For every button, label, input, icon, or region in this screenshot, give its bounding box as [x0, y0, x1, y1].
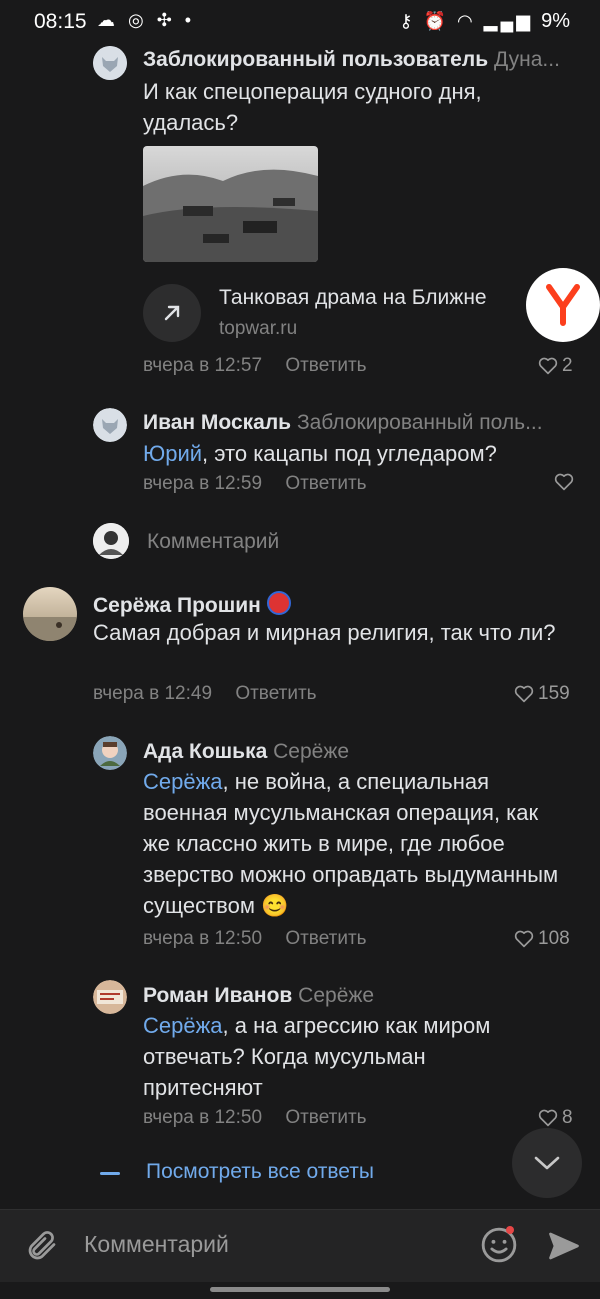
- comment-text: Серёжа, не война, а специальная военная …: [143, 766, 563, 921]
- notification-icons: ☁ ◎ ✣ •: [97, 10, 196, 30]
- comment-author[interactable]: Роман Иванов: [143, 984, 292, 1007]
- user-avatar: [93, 523, 129, 559]
- reply-button[interactable]: Ответить: [285, 355, 366, 376]
- yandex-icon: [546, 284, 580, 326]
- comment-text: Самая добрая и мирная религия, так что л…: [93, 620, 556, 645]
- comment-meta: вчера в 12:59 Ответить: [143, 473, 367, 495]
- heart-icon: [554, 473, 574, 491]
- comment-text: Юрий, это кацапы под угледаром?: [143, 438, 563, 469]
- link-attachment[interactable]: Танковая драма на Ближне topwar.ru: [143, 280, 563, 346]
- scroll-down-button[interactable]: [512, 1128, 582, 1198]
- avatar[interactable]: [93, 736, 127, 770]
- status-bar: 08:15 ☁ ◎ ✣ • ⚷ ⏰ ◠ ▂▄▆ 9%: [0, 0, 600, 46]
- mention-link[interactable]: Юрий: [143, 441, 202, 466]
- reply-button[interactable]: Ответить: [285, 1107, 366, 1128]
- comment-author-line: Серёжа Прошин: [93, 591, 573, 618]
- like-button[interactable]: 108: [514, 928, 570, 950]
- reply-to[interactable]: Серёже: [298, 984, 374, 1007]
- link-title: Танковая драма на Ближне: [219, 286, 487, 309]
- mention-link[interactable]: Серёжа: [143, 1013, 223, 1038]
- heart-icon: [538, 1109, 558, 1127]
- mention-link[interactable]: Серёжа: [143, 769, 223, 794]
- comment-text: И как спецоперация судного дня, удалась?: [143, 79, 482, 135]
- comment-input-bar: Комментарий: [0, 1209, 600, 1282]
- notification-dot: [506, 1226, 514, 1234]
- comment-time: вчера в 12:50: [143, 928, 263, 949]
- comment-author-line: Заблокированный пользователь Дуна...: [143, 48, 578, 72]
- comment-meta: вчера в 12:50 Ответить: [143, 928, 367, 950]
- comment-time: вчера в 12:57: [143, 355, 263, 376]
- comment-time: вчера в 12:49: [93, 683, 213, 704]
- heart-icon: [514, 930, 534, 948]
- comment-input[interactable]: Комментарий: [84, 1231, 229, 1258]
- comment-author[interactable]: Заблокированный пользователь: [143, 48, 488, 71]
- badge-icon: [266, 591, 291, 615]
- chevron-down-icon: [534, 1156, 560, 1170]
- reply-button[interactable]: Ответить: [235, 683, 316, 704]
- battery-level: 9%: [541, 10, 570, 32]
- reply-comment-prompt[interactable]: Комментарий: [147, 530, 279, 554]
- comment-time: вчера в 12:50: [143, 1107, 263, 1128]
- comment-author[interactable]: Ада Кошька: [143, 740, 267, 763]
- yandex-button[interactable]: [526, 268, 600, 342]
- paperclip-icon[interactable]: [24, 1228, 60, 1264]
- link-domain: topwar.ru: [219, 318, 298, 339]
- send-icon[interactable]: [546, 1228, 582, 1264]
- comment-meta: вчера в 12:49 Ответить: [93, 683, 317, 705]
- avatar[interactable]: [93, 46, 127, 80]
- like-button[interactable]: [554, 473, 574, 491]
- reply-to[interactable]: Серёже: [273, 740, 349, 763]
- comment-time: вчера в 12:59: [143, 473, 263, 494]
- avatar[interactable]: [93, 980, 127, 1014]
- comment-meta: вчера в 12:50 Ответить: [143, 1107, 367, 1129]
- comment-text: Серёжа, а на агрессию как миром отвечать…: [143, 1010, 543, 1103]
- like-button[interactable]: 2: [538, 355, 573, 377]
- comment-author-line: Иван Москаль Заблокированный поль...: [143, 411, 578, 435]
- like-count: 108: [538, 928, 570, 949]
- comment-text-body: , это кацапы под угледаром?: [202, 441, 497, 466]
- like-button[interactable]: 159: [514, 683, 570, 705]
- reply-button[interactable]: Ответить: [285, 473, 366, 494]
- dash-icon: [100, 1172, 120, 1175]
- like-button[interactable]: 8: [538, 1107, 573, 1129]
- comment-author-line: Ада Кошька Серёже: [143, 740, 578, 764]
- like-count: 159: [538, 683, 570, 704]
- like-count: 8: [562, 1107, 573, 1128]
- heart-icon: [538, 357, 558, 375]
- comment-meta: вчера в 12:57 Ответить: [143, 355, 367, 377]
- home-indicator[interactable]: [210, 1287, 390, 1292]
- avatar[interactable]: [23, 587, 77, 641]
- reply-button[interactable]: Ответить: [285, 928, 366, 949]
- system-icons: ⚷ ⏰ ◠ ▂▄▆ 9%: [399, 10, 570, 32]
- comment-author[interactable]: Иван Москаль: [143, 411, 291, 434]
- heart-icon: [514, 685, 534, 703]
- reply-to[interactable]: Заблокированный поль...: [297, 411, 543, 434]
- reply-to[interactable]: Дуна...: [494, 48, 560, 71]
- status-time: 08:15: [34, 10, 87, 33]
- avatar[interactable]: [93, 408, 127, 442]
- attached-image[interactable]: [143, 146, 318, 262]
- like-count: 2: [562, 355, 573, 376]
- comment-author[interactable]: Серёжа Прошин: [93, 594, 261, 617]
- arrow-up-right-icon: [143, 284, 201, 342]
- show-all-replies-label: Посмотреть все ответы: [146, 1160, 374, 1183]
- comment-author-line: Роман Иванов Серёже: [143, 984, 578, 1008]
